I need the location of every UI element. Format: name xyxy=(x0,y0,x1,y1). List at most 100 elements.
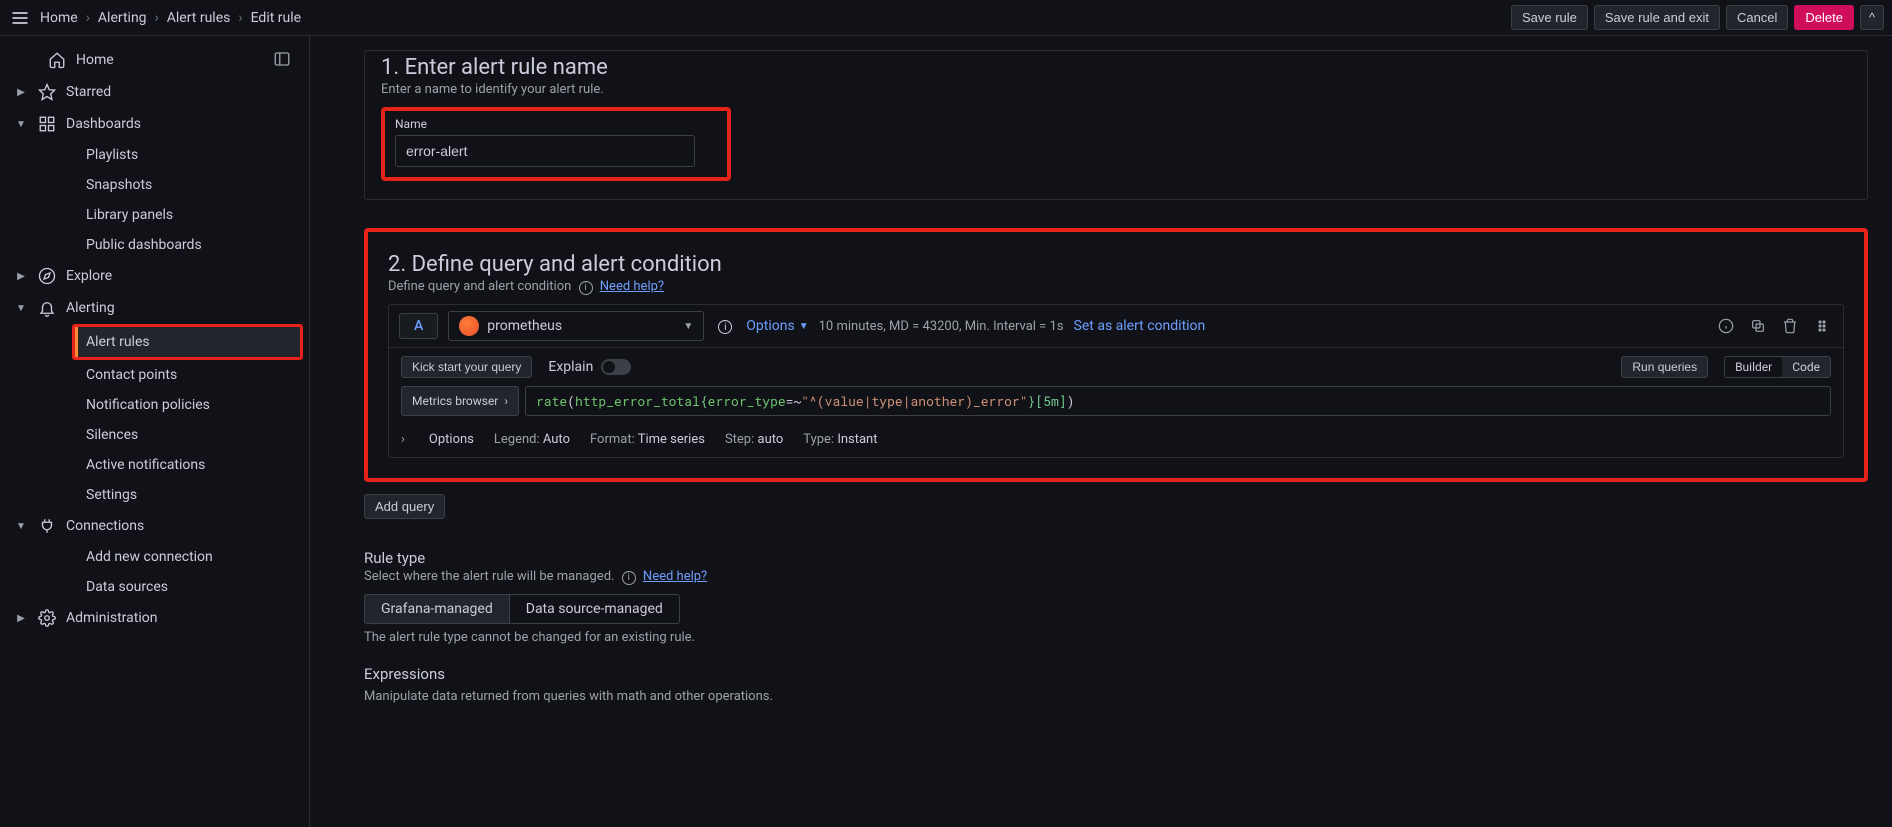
code-tab[interactable]: Code xyxy=(1782,357,1830,377)
metrics-browser-button[interactable]: Metrics browser › xyxy=(401,386,519,416)
run-queries-button[interactable]: Run queries xyxy=(1621,356,1708,378)
breadcrumb-home[interactable]: Home xyxy=(40,10,78,26)
sidebar-item-contact-points[interactable]: Contact points xyxy=(0,360,309,390)
sidebar-item-explore[interactable]: ▶ Explore xyxy=(0,260,309,292)
chevron-down-icon: ▼ xyxy=(14,521,28,532)
kick-start-button[interactable]: Kick start your query xyxy=(401,356,532,378)
chevron-right-icon[interactable]: › xyxy=(401,432,405,447)
query-options-row: › Options Legend: Auto Format: Time seri… xyxy=(389,426,1843,457)
sidebar-item-dashboards[interactable]: ▼ Dashboards xyxy=(0,108,309,140)
need-help-link[interactable]: Need help? xyxy=(600,279,664,294)
chevron-right-icon: › xyxy=(86,10,90,26)
sidebar-item-administration[interactable]: ▶ Administration xyxy=(0,602,309,634)
explain-label: Explain xyxy=(548,359,593,375)
prometheus-icon xyxy=(459,316,479,336)
sidebar-item-label: Active notifications xyxy=(86,457,205,473)
sidebar-item-alerting[interactable]: ▼ Alerting xyxy=(0,292,309,324)
sidebar-item-label: Alerting xyxy=(66,300,115,316)
dock-panel-icon[interactable] xyxy=(271,48,293,70)
trash-icon[interactable] xyxy=(1779,315,1801,337)
datasource-select[interactable]: prometheus ▼ xyxy=(448,311,704,341)
sidebar-item-add-connection[interactable]: Add new connection xyxy=(0,542,309,572)
info-icon[interactable] xyxy=(1715,315,1737,337)
hamburger-menu-icon[interactable] xyxy=(8,6,32,30)
expressions-subtitle: Manipulate data returned from queries wi… xyxy=(364,689,1868,704)
dashboard-icon xyxy=(38,115,56,133)
cancel-button[interactable]: Cancel xyxy=(1726,5,1788,30)
highlight-name-field: Name xyxy=(381,107,731,181)
plug-icon xyxy=(38,517,56,535)
sidebar-item-active-notifications[interactable]: Active notifications xyxy=(0,450,309,480)
rule-name-input[interactable] xyxy=(395,135,695,167)
set-as-alert-condition[interactable]: Set as alert condition xyxy=(1074,318,1206,334)
sidebar-item-public-dashboards[interactable]: Public dashboards xyxy=(0,230,309,260)
chevron-right-icon: ▶ xyxy=(14,271,28,282)
breadcrumb-alert-rules[interactable]: Alert rules xyxy=(167,10,231,26)
promql-input[interactable]: rate(http_error_total{error_type=~"^(val… xyxy=(525,386,1831,416)
options-label[interactable]: Options xyxy=(429,432,474,447)
chevron-down-icon: ▼ xyxy=(14,303,28,314)
bell-icon xyxy=(38,299,56,317)
chevron-right-icon: ▶ xyxy=(14,613,28,624)
chevron-down-icon: ▼ xyxy=(14,119,28,130)
sidebar-item-starred[interactable]: ▶ Starred xyxy=(0,76,309,108)
highlight-query-section: 2. Define query and alert condition Defi… xyxy=(364,228,1868,482)
sidebar-item-playlists[interactable]: Playlists xyxy=(0,140,309,170)
save-rule-exit-button[interactable]: Save rule and exit xyxy=(1594,5,1720,30)
copy-icon[interactable] xyxy=(1747,315,1769,337)
more-caret-button[interactable]: ^ xyxy=(1860,5,1884,30)
sidebar-item-library-panels[interactable]: Library panels xyxy=(0,200,309,230)
sidebar-item-label: Home xyxy=(76,52,114,68)
breadcrumb-alerting[interactable]: Alerting xyxy=(98,10,147,26)
sidebar-item-label: Explore xyxy=(66,268,112,284)
sidebar-item-notification-policies[interactable]: Notification policies xyxy=(0,390,309,420)
info-icon[interactable]: i xyxy=(579,281,593,295)
sidebar-item-label: Public dashboards xyxy=(86,237,202,253)
expressions-title: Expressions xyxy=(364,665,1868,683)
delete-button[interactable]: Delete xyxy=(1794,5,1854,30)
sidebar-item-label: Silences xyxy=(86,427,138,443)
drag-handle-icon[interactable] xyxy=(1811,315,1833,337)
highlight-alert-rules: Alert rules xyxy=(72,324,303,360)
sidebar-item-settings[interactable]: Settings xyxy=(0,480,309,510)
chevron-down-icon: ▼ xyxy=(799,321,809,332)
add-query-button[interactable]: Add query xyxy=(364,494,445,519)
name-label: Name xyxy=(395,117,695,131)
sidebar-item-label: Notification policies xyxy=(86,397,210,413)
sidebar-item-snapshots[interactable]: Snapshots xyxy=(0,170,309,200)
info-icon[interactable]: i xyxy=(718,320,732,334)
sidebar-item-label: Add new connection xyxy=(86,549,213,565)
grafana-managed-button[interactable]: Grafana-managed xyxy=(364,594,510,624)
sidebar-item-label: Contact points xyxy=(86,367,177,383)
chevron-right-icon: › xyxy=(504,394,508,408)
query-editor: A prometheus ▼ i Options ▼ xyxy=(388,304,1844,458)
sidebar-item-label: Snapshots xyxy=(86,177,152,193)
need-help-link[interactable]: Need help? xyxy=(643,569,707,584)
section-2-subtitle: Define query and alert condition i Need … xyxy=(388,279,1844,294)
chevron-down-icon: ▼ xyxy=(683,321,693,332)
sidebar-item-silences[interactable]: Silences xyxy=(0,420,309,450)
rule-type-subtitle: Select where the alert rule will be mana… xyxy=(364,569,1868,584)
query-meta: 10 minutes, MD = 43200, Min. Interval = … xyxy=(819,319,1064,334)
home-icon xyxy=(48,51,66,69)
explain-toggle[interactable] xyxy=(601,359,631,375)
star-icon xyxy=(38,83,56,101)
rule-type-note: The alert rule type cannot be changed fo… xyxy=(364,630,1868,645)
sidebar-item-home[interactable]: Home xyxy=(0,44,309,76)
sidebar-item-label: Dashboards xyxy=(66,116,141,132)
sidebar-item-connections[interactable]: ▼ Connections xyxy=(0,510,309,542)
query-ref-id[interactable]: A xyxy=(399,313,438,339)
compass-icon xyxy=(38,267,56,285)
save-rule-button[interactable]: Save rule xyxy=(1511,5,1588,30)
chevron-right-icon: › xyxy=(155,10,159,26)
builder-tab[interactable]: Builder xyxy=(1725,357,1782,377)
sidebar-item-alert-rules[interactable]: Alert rules xyxy=(75,327,300,357)
sidebar-item-data-sources[interactable]: Data sources xyxy=(0,572,309,602)
breadcrumb-current: Edit rule xyxy=(251,10,301,26)
sidebar-item-label: Alert rules xyxy=(86,334,150,350)
data-source-managed-button[interactable]: Data source-managed xyxy=(510,594,680,624)
info-icon[interactable]: i xyxy=(622,571,636,585)
query-options-toggle[interactable]: Options ▼ xyxy=(746,318,808,334)
sidebar-item-label: Settings xyxy=(86,487,137,503)
editor-mode-toggle[interactable]: Builder Code xyxy=(1724,356,1831,378)
